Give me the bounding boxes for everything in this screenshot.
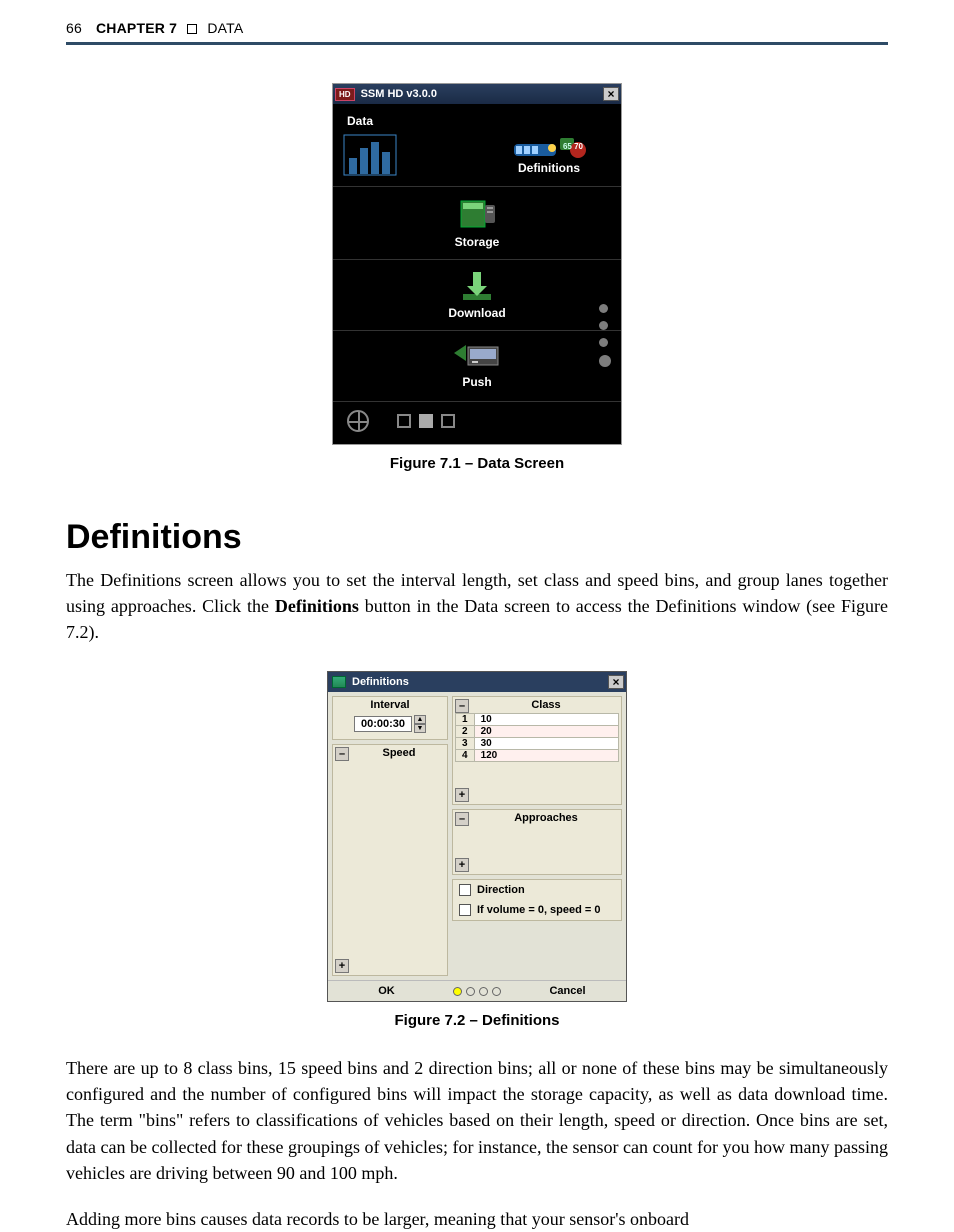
- class-index: 1: [456, 714, 475, 726]
- square-outline-icon[interactable]: [441, 414, 455, 428]
- pager-dot-icon[interactable]: [466, 987, 475, 996]
- table-row[interactable]: 4120: [456, 750, 619, 762]
- status-dot-icon: [599, 355, 611, 367]
- class-remove-button[interactable]: –: [455, 699, 469, 713]
- download-button[interactable]: Download: [427, 270, 527, 320]
- approaches-panel: – Approaches +: [452, 809, 622, 875]
- definitions-button[interactable]: 65 70 Definitions: [499, 134, 599, 175]
- sensor-icon: [332, 676, 346, 688]
- interval-label: Interval: [333, 697, 447, 713]
- storage-button[interactable]: Storage: [427, 197, 527, 249]
- section-heading-definitions: Definitions: [66, 518, 888, 557]
- class-index: 4: [456, 750, 475, 762]
- spin-up-icon[interactable]: ▲: [414, 715, 426, 724]
- definitions-caption: Definitions: [518, 161, 580, 175]
- bar-chart-icon[interactable]: [343, 134, 397, 176]
- speed-panel: – Speed +: [332, 744, 448, 976]
- class-add-button[interactable]: +: [455, 788, 469, 802]
- globe-icon[interactable]: [347, 410, 369, 432]
- figure-7-2-caption: Figure 7.2 – Definitions: [394, 1012, 559, 1029]
- speed-badge-b: 70: [574, 142, 583, 151]
- storage-caption: Storage: [455, 235, 500, 249]
- spin-down-icon[interactable]: ▼: [414, 724, 426, 733]
- pager-dot-icon[interactable]: [453, 987, 462, 996]
- pager-dots: [445, 987, 509, 996]
- figure-7-1-caption: Figure 7.1 – Data Screen: [390, 455, 564, 472]
- cancel-button[interactable]: Cancel: [509, 981, 626, 1001]
- download-icon: [459, 270, 495, 302]
- push-caption: Push: [462, 375, 491, 389]
- class-value[interactable]: 20: [474, 726, 618, 738]
- direction-label: Direction: [477, 884, 525, 896]
- table-row[interactable]: 110: [456, 714, 619, 726]
- header-rule: [66, 42, 888, 45]
- class-value[interactable]: 120: [474, 750, 618, 762]
- status-dots: [599, 304, 611, 367]
- class-index: 2: [456, 726, 475, 738]
- ifvolume-checkbox[interactable]: [459, 904, 471, 916]
- status-dot-icon: [599, 338, 608, 347]
- storage-icon: [455, 197, 499, 231]
- bins-paragraph: There are up to 8 class bins, 15 speed b…: [66, 1055, 888, 1185]
- download-caption: Download: [448, 306, 505, 320]
- square-outline-icon[interactable]: [397, 414, 411, 428]
- interval-field[interactable]: 00:00:30: [354, 716, 412, 732]
- ssm-titlebar: HD SSM HD v3.0.0 ×: [333, 84, 621, 104]
- data-tab-label: Data: [333, 104, 621, 134]
- direction-checkbox[interactable]: [459, 884, 471, 896]
- chapter-label: CHAPTER 7: [96, 20, 177, 36]
- speed-label: Speed: [333, 745, 447, 761]
- speed-add-button[interactable]: +: [335, 959, 349, 973]
- push-button[interactable]: Push: [427, 341, 527, 389]
- speed-remove-button[interactable]: –: [335, 747, 349, 761]
- definitions-dialog-title: Definitions: [352, 676, 608, 688]
- class-table: 110 220 330 4120: [455, 713, 619, 762]
- section-label: DATA: [207, 20, 243, 36]
- approach-add-button[interactable]: +: [455, 858, 469, 872]
- ok-button[interactable]: OK: [328, 981, 445, 1001]
- pager-dot-icon[interactable]: [492, 987, 501, 996]
- class-label: Class: [453, 697, 621, 713]
- ssm-window-title: SSM HD v3.0.0: [361, 88, 603, 100]
- page-number: 66: [66, 20, 82, 36]
- approaches-label: Approaches: [453, 810, 621, 826]
- status-dot-icon: [599, 304, 608, 313]
- running-header: 66 CHAPTER 7 DATA: [66, 20, 888, 36]
- class-value[interactable]: 30: [474, 738, 618, 750]
- class-index: 3: [456, 738, 475, 750]
- table-row[interactable]: 330: [456, 738, 619, 750]
- ssm-window: HD SSM HD v3.0.0 × Data: [332, 83, 622, 445]
- hd-badge: HD: [335, 88, 355, 101]
- push-icon: [452, 341, 502, 371]
- interval-spinner[interactable]: ▲ ▼: [414, 715, 426, 733]
- speed-badge-a: 65: [563, 142, 572, 151]
- interval-panel: Interval 00:00:30 ▲ ▼: [332, 696, 448, 740]
- status-dot-icon: [599, 321, 608, 330]
- approach-remove-button[interactable]: –: [455, 812, 469, 826]
- definitions-dialog: Definitions × Interval 00:00:30 ▲ ▼: [327, 671, 627, 1002]
- class-value[interactable]: 10: [474, 714, 618, 726]
- pager-dot-icon[interactable]: [479, 987, 488, 996]
- square-fill-icon[interactable]: [419, 414, 433, 428]
- close-button[interactable]: ×: [608, 675, 624, 689]
- class-panel: – Class 110 220 330 4120 +: [452, 696, 622, 805]
- definitions-intro-paragraph: The Definitions screen allows you to set…: [66, 567, 888, 645]
- close-button[interactable]: ×: [603, 87, 619, 101]
- para1-bold: Definitions: [275, 596, 359, 616]
- table-row[interactable]: 220: [456, 726, 619, 738]
- ifvolume-label: If volume = 0, speed = 0: [477, 904, 601, 916]
- direction-panel: Direction If volume = 0, speed = 0: [452, 879, 622, 921]
- square-separator-icon: [187, 24, 197, 34]
- adding-bins-paragraph: Adding more bins causes data records to …: [66, 1206, 888, 1232]
- definitions-titlebar: Definitions ×: [328, 672, 626, 692]
